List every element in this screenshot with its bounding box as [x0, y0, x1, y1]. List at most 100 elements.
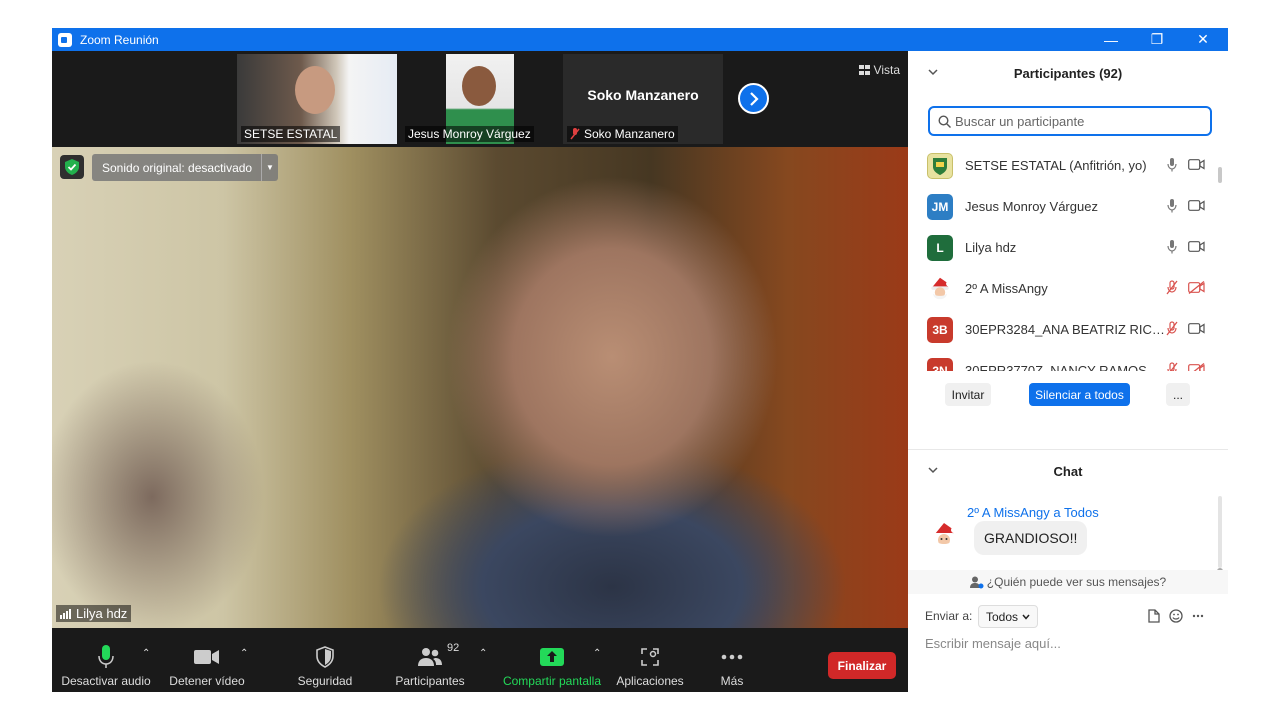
security-button[interactable]: Seguridad	[290, 628, 360, 692]
collapse-chevron-icon[interactable]	[928, 67, 938, 79]
participant-list: SETSE ESTATAL (Anfitrión, yo) JM Jesus Mon…	[908, 145, 1228, 371]
meeting-toolbar: Desactivar audio ⌃ Detener vídeo ⌃ Segur…	[52, 628, 908, 692]
audio-options-chevron-icon[interactable]: ⌃	[142, 648, 150, 659]
shield-icon	[316, 646, 334, 668]
view-label: Vista	[873, 63, 900, 77]
avatar: 3N	[927, 357, 953, 372]
active-speaker-name: Lilya hdz	[76, 606, 128, 621]
apps-icon	[641, 648, 659, 666]
participants-button[interactable]: 92 Participantes	[392, 628, 468, 692]
microphone-icon	[98, 645, 114, 668]
participant-row[interactable]: SETSE ESTATAL (Anfitrión, yo)	[908, 145, 1218, 186]
microphone-icon[interactable]	[1166, 198, 1178, 216]
participant-row[interactable]: 3B 30EPR3284_ANA BEATRIZ RICAR...	[908, 309, 1218, 350]
avatar-initials: JM	[931, 199, 949, 214]
participant-name: SETSE ESTATAL (Anfitrión, yo)	[965, 158, 1147, 173]
participants-more-button[interactable]: ...	[1166, 383, 1190, 406]
stop-video-label: Detener vídeo	[169, 674, 245, 688]
main-video: Sonido original: desactivado ▼ Lilya hdz	[52, 147, 908, 628]
muted-mic-icon[interactable]	[1166, 320, 1178, 339]
muted-mic-icon[interactable]	[1166, 361, 1178, 371]
participant-name: 30EPR3284_ANA BEATRIZ RICAR...	[965, 322, 1165, 337]
person-icon	[969, 576, 984, 588]
avatar: JM	[927, 193, 953, 220]
search-icon	[938, 114, 951, 128]
file-icon[interactable]	[1148, 609, 1160, 623]
view-button[interactable]: Vista	[858, 63, 900, 77]
active-speaker-label: Lilya hdz	[56, 605, 132, 622]
video-thumbnail[interactable]: SETSE ESTATAL	[237, 54, 397, 144]
video-off-icon[interactable]	[1188, 362, 1205, 371]
people-icon	[418, 648, 442, 666]
share-screen-button[interactable]: Compartir pantalla	[500, 628, 604, 692]
chat-scrollbar[interactable]	[1217, 496, 1223, 578]
video-camera-icon[interactable]	[1188, 322, 1205, 337]
video-off-icon[interactable]	[1188, 280, 1205, 297]
chat-collapse-chevron-icon[interactable]	[928, 465, 938, 477]
participant-search-input[interactable]: Buscar un participante	[928, 106, 1212, 136]
thumbnail-name: Soko Manzanero	[584, 127, 675, 141]
participants-title: Participantes (92)	[1013, 65, 1123, 81]
video-camera-icon[interactable]	[1188, 240, 1205, 255]
chat-tools	[1148, 609, 1204, 623]
original-sound-toggle[interactable]: Sonido original: desactivado ▼	[92, 154, 278, 181]
side-panel: Participantes (92) Buscar un participant…	[908, 51, 1228, 692]
video-thumbnail[interactable]: Jesus Monroy Várguez	[401, 54, 539, 144]
apps-button[interactable]: Aplicaciones	[614, 628, 686, 692]
participants-count: 92	[447, 642, 460, 654]
grid-icon	[858, 65, 870, 75]
encryption-badge[interactable]	[60, 155, 84, 179]
end-meeting-button[interactable]: Finalizar	[828, 652, 896, 679]
who-can-see-messages[interactable]: ¿Quién puede ver sus mensajes?	[908, 570, 1228, 594]
stop-video-button[interactable]: Detener vídeo	[167, 628, 247, 692]
chat-message-input[interactable]: Escribir mensaje aquí...	[925, 636, 1061, 651]
chat-message-sender: 2º A MissAngy a Todos	[967, 505, 1099, 520]
more-button[interactable]: Más	[712, 628, 752, 692]
participant-row[interactable]: 3N 30EPR3770Z_NANCY RAMOS	[908, 350, 1218, 371]
title-bar: Zoom Reunión — ❐ ✕	[52, 28, 1228, 51]
who-sees-label: ¿Quién puede ver sus mensajes?	[986, 575, 1167, 589]
participants-options-chevron-icon[interactable]: ⌃	[479, 648, 487, 659]
invite-button[interactable]: Invitar	[945, 383, 991, 406]
participant-name: 30EPR3770Z_NANCY RAMOS	[965, 363, 1147, 371]
video-camera-icon[interactable]	[1188, 158, 1205, 173]
muted-mic-icon	[570, 128, 580, 140]
avatar-initials: 3B	[932, 322, 948, 337]
send-to-dropdown[interactable]: Todos	[978, 605, 1039, 628]
more-options-icon[interactable]	[1192, 614, 1204, 618]
next-page-button[interactable]	[738, 83, 769, 114]
restore-button[interactable]: ❐	[1134, 28, 1180, 51]
participant-row[interactable]: JM Jesus Monroy Várguez	[908, 186, 1218, 227]
zoom-logo-icon	[58, 32, 72, 47]
chat-title: Chat	[1053, 463, 1083, 479]
avatar-initials: 3N	[932, 363, 948, 372]
santa-avatar-icon	[929, 521, 959, 551]
send-to-label: Enviar a:	[925, 609, 973, 623]
thumbnail-name: Jesus Monroy Várguez	[405, 126, 534, 142]
participants-header: Participantes (92)	[908, 51, 1228, 95]
participant-list-scrollbar[interactable]	[1218, 167, 1222, 183]
mute-all-button[interactable]: Silenciar a todos	[1029, 383, 1130, 406]
participant-name: Jesus Monroy Várguez	[965, 199, 1098, 214]
emoji-icon[interactable]	[1169, 609, 1183, 623]
microphone-icon[interactable]	[1166, 239, 1178, 257]
apps-label: Aplicaciones	[616, 674, 684, 688]
participant-row[interactable]: 2º A MissAngy	[908, 268, 1218, 309]
video-camera-icon[interactable]	[1188, 199, 1205, 214]
minimize-button[interactable]: —	[1088, 28, 1134, 51]
divider	[908, 449, 1228, 450]
original-sound-label: Sonido original: desactivado	[102, 160, 253, 175]
chevron-down-icon[interactable]: ▼	[261, 154, 278, 181]
mute-label: Desactivar audio	[61, 674, 151, 688]
participant-row[interactable]: L Lilya hdz	[908, 227, 1218, 268]
muted-mic-icon[interactable]	[1166, 279, 1178, 298]
video-thumbnail[interactable]: Soko Manzanero Soko Manzanero	[563, 54, 723, 144]
video-options-chevron-icon[interactable]: ⌃	[240, 648, 248, 659]
avatar: 3B	[927, 316, 953, 343]
mute-button[interactable]: Desactivar audio	[61, 628, 151, 692]
microphone-icon[interactable]	[1166, 157, 1178, 175]
santa-avatar-icon	[927, 275, 953, 302]
send-to-value: Todos	[986, 609, 1019, 624]
close-button[interactable]: ✕	[1180, 28, 1226, 51]
share-options-chevron-icon[interactable]: ⌃	[593, 648, 601, 659]
